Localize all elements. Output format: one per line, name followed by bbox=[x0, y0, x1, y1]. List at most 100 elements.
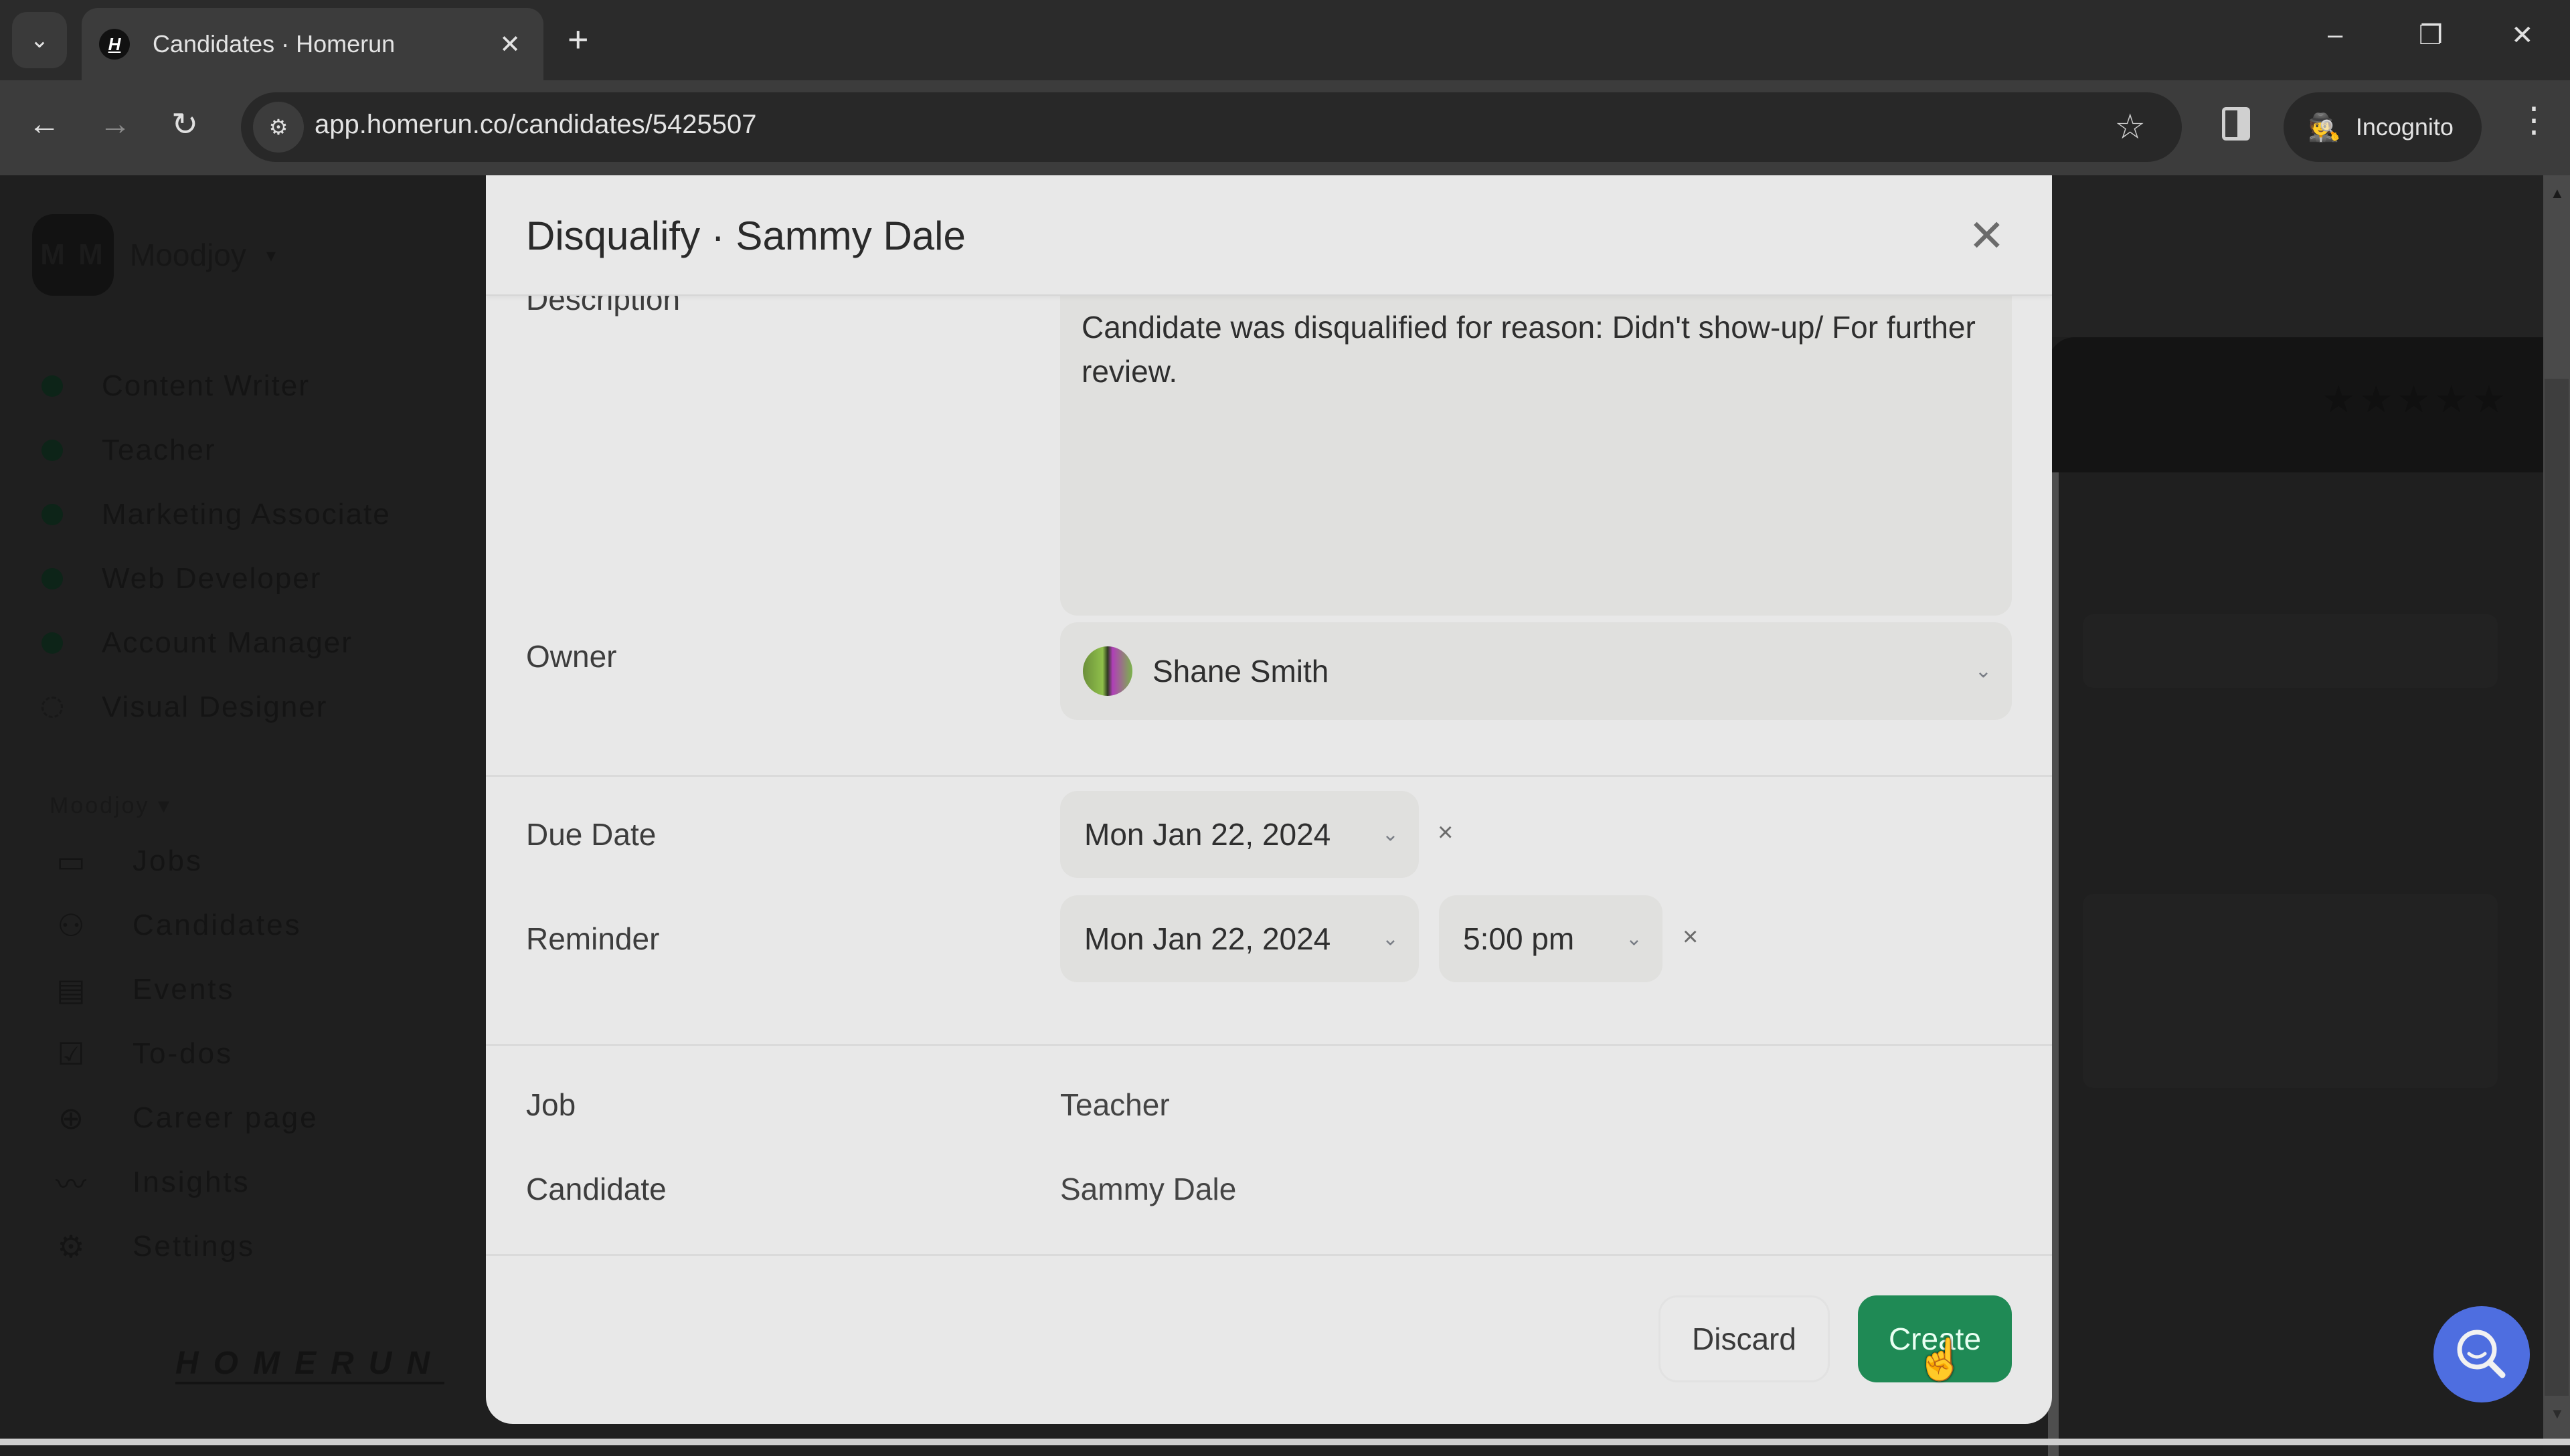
due-date-value: Mon Jan 22, 2024 bbox=[1084, 817, 1331, 852]
site-info-icon[interactable]: ⚙ bbox=[253, 102, 304, 153]
reminder-time-value: 5:00 pm bbox=[1463, 921, 1575, 956]
tab-search-button[interactable]: ⌄ bbox=[12, 12, 67, 68]
reminder-date-value: Mon Jan 22, 2024 bbox=[1084, 921, 1331, 956]
incognito-label: Incognito bbox=[2355, 113, 2454, 141]
discard-button[interactable]: Discard bbox=[1658, 1295, 1830, 1382]
reminder-date-select[interactable]: Mon Jan 22, 2024 ⌄ bbox=[1060, 895, 1419, 982]
sidebar-job-item[interactable]: Teacher bbox=[41, 434, 216, 467]
window-close-button[interactable]: ✕ bbox=[2511, 20, 2534, 51]
org-avatar: M M bbox=[32, 214, 114, 296]
sidebar-job-item[interactable]: Content Writer bbox=[41, 369, 310, 403]
sidebar-item-candidates[interactable]: ⚇ Candidates bbox=[51, 908, 302, 943]
due-date-select[interactable]: Mon Jan 22, 2024 ⌄ bbox=[1060, 791, 1419, 878]
chevron-down-icon: ⌄ bbox=[1381, 823, 1399, 846]
nav-label: Jobs bbox=[133, 844, 203, 877]
caret-down-icon: ▾ bbox=[266, 244, 276, 266]
homerun-logo: HOMERUN bbox=[175, 1345, 444, 1384]
tab-close-icon[interactable]: ✕ bbox=[499, 29, 521, 60]
modal-title: Disqualify · Sammy Dale bbox=[526, 213, 966, 258]
job-label: Teacher bbox=[102, 434, 216, 466]
reminder-label: Reminder bbox=[526, 921, 660, 956]
bookmark-star-icon[interactable]: ☆ bbox=[2114, 107, 2146, 147]
disqualify-modal: Disqualify · Sammy Dale ✕ Description Ca… bbox=[486, 175, 2052, 1424]
footer-divider bbox=[486, 1254, 2052, 1256]
chevron-down-icon: ⌄ bbox=[1974, 660, 1992, 682]
owner-value: Shane Smith bbox=[1152, 654, 1329, 689]
clear-reminder-icon[interactable]: × bbox=[1683, 922, 1698, 952]
browser-tab-strip: ⌄ H Candidates · Homerun ✕ + – ❐ ✕ bbox=[0, 0, 2570, 80]
reload-button[interactable]: ↻ bbox=[171, 106, 198, 143]
candidates-icon: ⚇ bbox=[57, 908, 85, 943]
org-section-label[interactable]: Moodjoy ▾ bbox=[50, 792, 171, 819]
sidebar-item-career-page[interactable]: ⊕ Career page bbox=[51, 1101, 319, 1135]
job-status-dot-icon bbox=[41, 568, 63, 589]
chevron-down-icon: ⌄ bbox=[1625, 927, 1642, 950]
sidebar-job-item[interactable]: Account Manager bbox=[41, 626, 353, 660]
minimize-button[interactable]: – bbox=[2328, 20, 2342, 50]
gear-icon: ⚙ bbox=[57, 1229, 85, 1264]
nav-label: Career page bbox=[133, 1101, 319, 1134]
url-text[interactable]: app.homerun.co/candidates/5425507 bbox=[315, 110, 757, 140]
owner-avatar bbox=[1083, 646, 1132, 696]
address-bar[interactable]: ⚙ app.homerun.co/candidates/5425507 ☆ bbox=[241, 92, 2182, 162]
back-button[interactable]: ← bbox=[28, 106, 60, 143]
restore-button[interactable]: ❐ bbox=[2419, 20, 2443, 51]
sidebar-job-item[interactable]: Web Developer bbox=[41, 562, 321, 596]
due-date-label: Due Date bbox=[526, 817, 657, 852]
placeholder-block bbox=[2083, 894, 2498, 1088]
org-name: Moodjoy bbox=[130, 238, 246, 272]
sidebar-job-item[interactable]: Visual Designer bbox=[41, 691, 327, 724]
job-label: Visual Designer bbox=[102, 691, 328, 723]
main-header bbox=[2048, 175, 2543, 337]
job-status-dot-icon bbox=[41, 440, 63, 461]
sidebar-item-jobs[interactable]: ▭ Jobs bbox=[51, 844, 203, 879]
sidebar-item-settings[interactable]: ⚙ Settings bbox=[51, 1229, 255, 1264]
window-bottom-edge bbox=[0, 1439, 2570, 1445]
sidebar-job-item[interactable]: Marketing Associate bbox=[41, 498, 391, 531]
job-status-dot-icon bbox=[41, 632, 63, 654]
job-label: Web Developer bbox=[102, 562, 322, 595]
calendar-icon: ▤ bbox=[56, 972, 86, 1007]
placeholder-row bbox=[2083, 614, 2498, 688]
browser-toolbar: ← → ↻ ⚙ app.homerun.co/candidates/542550… bbox=[0, 80, 2570, 175]
jobs-icon: ▭ bbox=[56, 844, 86, 879]
checkbox-icon: ☑ bbox=[57, 1036, 85, 1071]
incognito-indicator[interactable]: 🕵 Incognito bbox=[2284, 92, 2482, 162]
candidate-label: Candidate bbox=[526, 1172, 667, 1206]
reminder-time-select[interactable]: 5:00 pm ⌄ bbox=[1439, 895, 1662, 982]
incognito-icon: 🕵 bbox=[2308, 112, 2341, 143]
hand-cursor-icon: ☝ bbox=[1915, 1337, 1966, 1382]
scroll-up-icon[interactable]: ▲ bbox=[2550, 185, 2565, 202]
sidebar-item-events[interactable]: ▤ Events bbox=[51, 972, 235, 1007]
nav-label: Insights bbox=[133, 1166, 250, 1198]
org-switcher[interactable]: M M Moodjoy ▾ bbox=[32, 214, 276, 296]
sidebar-item-todos[interactable]: ☑ To-dos bbox=[51, 1036, 233, 1071]
new-tab-button[interactable]: + bbox=[568, 19, 589, 60]
chart-line-icon: 〰 bbox=[56, 1167, 86, 1202]
scrollbar-thumb[interactable] bbox=[2545, 379, 2569, 1396]
job-status-dot-icon bbox=[41, 504, 63, 525]
scroll-down-icon[interactable]: ▼ bbox=[2550, 1405, 2565, 1423]
job-draft-dot-icon bbox=[41, 697, 63, 718]
close-icon[interactable]: ✕ bbox=[1968, 210, 2005, 262]
modal-header: Disqualify · Sammy Dale ✕ bbox=[486, 175, 2052, 296]
job-label: Marketing Associate bbox=[102, 498, 391, 531]
description-textarea[interactable]: Candidate was disqualified for reason: D… bbox=[1060, 269, 2012, 616]
owner-select[interactable]: Shane Smith ⌄ bbox=[1060, 622, 2012, 720]
chevron-down-icon: ⌄ bbox=[1381, 927, 1399, 950]
job-status-dot-icon bbox=[41, 375, 63, 397]
candidate-value: Sammy Dale bbox=[1060, 1172, 1237, 1206]
nav-label: Settings bbox=[133, 1230, 255, 1263]
browser-tab-active[interactable]: H Candidates · Homerun ✕ bbox=[82, 8, 543, 80]
section-divider bbox=[486, 1044, 2052, 1046]
forward-button[interactable]: → bbox=[99, 106, 131, 143]
sidebar-item-insights[interactable]: 〰 Insights bbox=[51, 1166, 250, 1202]
job-label: Job bbox=[526, 1087, 576, 1122]
browser-menu-icon[interactable]: ⋮ bbox=[2516, 100, 2551, 141]
side-panel-icon[interactable] bbox=[2222, 107, 2250, 141]
clear-due-date-icon[interactable]: × bbox=[1438, 818, 1453, 848]
search-fab-button[interactable] bbox=[2433, 1306, 2530, 1402]
job-label: Account Manager bbox=[102, 626, 353, 659]
chevron-down-icon: ⌄ bbox=[29, 27, 50, 53]
rating-stars-icon[interactable]: ★★★★★ bbox=[2322, 377, 2510, 422]
